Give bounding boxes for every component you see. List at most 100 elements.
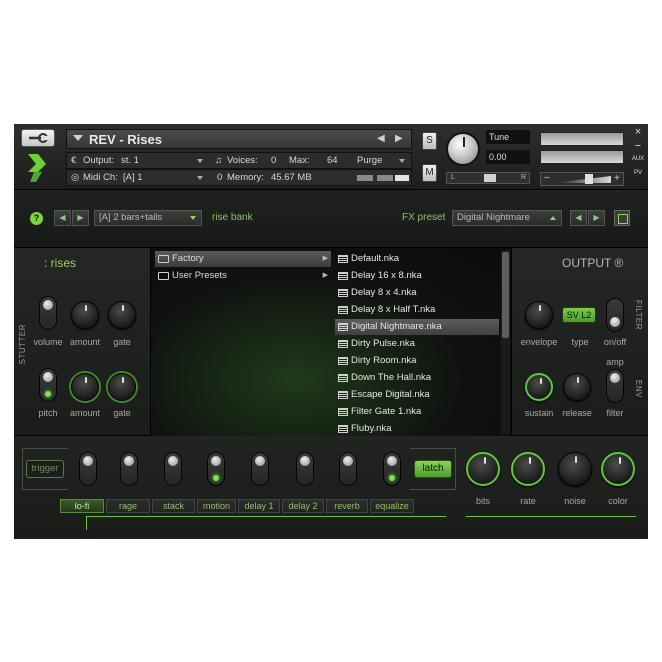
step-toggle-7[interactable] — [339, 452, 357, 486]
filter-type-select[interactable]: SV L2 — [562, 307, 596, 323]
fx-tab[interactable]: motion — [197, 499, 236, 513]
filter-label: filter — [606, 408, 624, 418]
midi-icon: ◎ — [71, 172, 80, 183]
fx-tab[interactable]: equalize — [370, 499, 414, 513]
preset-file-icon — [338, 374, 348, 382]
volume-handle[interactable] — [585, 174, 593, 184]
stutter-amount-knob-1[interactable] — [71, 301, 99, 329]
save-preset-icon[interactable] — [614, 210, 630, 226]
rise-bank-label[interactable]: rise bank — [212, 212, 253, 223]
step-toggle-8[interactable] — [383, 452, 401, 486]
fx-tab[interactable]: delay 1 — [238, 499, 280, 513]
folder-item[interactable]: User Presets ▶ — [155, 268, 331, 284]
rate-knob[interactable] — [511, 452, 545, 486]
step-toggle-6[interactable] — [296, 452, 314, 486]
filter-envelope-knob[interactable] — [525, 301, 553, 329]
noise-knob[interactable] — [558, 452, 592, 486]
folder-expand-icon[interactable]: ▶ — [323, 251, 328, 267]
stutter-volume-toggle[interactable] — [39, 296, 57, 330]
file-item[interactable]: Filter Gate 1.nka — [335, 404, 499, 420]
file-item[interactable]: Dirty Room.nka — [335, 353, 499, 369]
step-toggle-2[interactable] — [120, 452, 138, 486]
instrument-title-bar[interactable]: REV - Rises ◀ ▶ — [66, 129, 412, 149]
wrench-icon[interactable] — [21, 129, 55, 147]
fx-tab[interactable]: lo-fi — [60, 499, 104, 513]
stutter-gate-knob-1[interactable] — [108, 301, 136, 329]
midi-channel-select[interactable]: [A] 1 — [123, 172, 143, 183]
file-list-scrollbar[interactable] — [501, 250, 510, 434]
pattern-next-button[interactable]: ▶ — [72, 210, 89, 226]
fx-tab[interactable]: reverb — [326, 499, 368, 513]
fx-preset-value: Digital Nightmare — [457, 212, 530, 223]
color-knob[interactable] — [601, 452, 635, 486]
pattern-select[interactable]: [A] 2 bars+tails — [94, 210, 202, 226]
output-select[interactable]: st. 1 — [121, 155, 139, 166]
help-icon[interactable]: ? — [30, 212, 43, 225]
level-meter-right — [540, 150, 624, 164]
folder-expand-icon[interactable]: ▶ — [323, 268, 328, 284]
next-instrument-icon[interactable]: ▶ — [395, 133, 403, 144]
env-sustain-knob[interactable] — [525, 373, 553, 401]
file-item[interactable]: Escape Digital.nka — [335, 387, 499, 403]
pan-slider[interactable]: L R — [446, 172, 530, 184]
prev-instrument-icon[interactable]: ◀ — [377, 133, 385, 144]
file-item[interactable]: Digital Nightmare.nka — [335, 319, 499, 335]
fx-preset-dropdown-icon[interactable] — [550, 216, 556, 220]
file-item[interactable]: Fluby.nka — [335, 421, 499, 436]
preset-file-icon — [338, 391, 348, 399]
trigger-button[interactable]: trigger — [26, 460, 64, 478]
file-item[interactable]: Default.nka — [335, 251, 499, 267]
voices-icon: ♫ — [215, 155, 223, 166]
purge-dropdown-icon[interactable] — [399, 159, 405, 163]
preset-bar: ? ◀ ▶ [A] 2 bars+tails rise bank FX pres… — [14, 190, 648, 248]
tune-value[interactable]: 0.00 — [486, 150, 530, 164]
latch-button[interactable]: latch — [414, 460, 452, 478]
fx-tab[interactable]: rage — [106, 499, 150, 513]
pattern-dropdown-icon[interactable] — [190, 216, 196, 220]
title-dropdown-icon[interactable] — [73, 135, 83, 141]
filter-on-off-toggle[interactable] — [606, 298, 624, 332]
file-item[interactable]: Delay 16 x 8.nka — [335, 268, 499, 284]
stutter-amount-knob-2[interactable] — [71, 373, 99, 401]
fx-preset-select[interactable]: Digital Nightmare — [452, 210, 562, 226]
fx-preset-prev-button[interactable]: ◀ — [570, 210, 587, 226]
bits-knob[interactable] — [466, 452, 500, 486]
pv-button[interactable]: PV — [631, 170, 645, 176]
max-voices-value[interactable]: 64 — [327, 155, 338, 166]
file-item[interactable]: Delay 8 x Half T.nka — [335, 302, 499, 318]
volume-plus: + — [614, 173, 620, 184]
voices-value: 0 — [271, 155, 277, 166]
volume-slider[interactable]: − + — [540, 172, 624, 186]
purge-menu[interactable]: Purge — [357, 155, 382, 166]
file-item[interactable]: Dirty Pulse.nka — [335, 336, 499, 352]
close-icon[interactable]: × — [631, 126, 645, 138]
aux-button[interactable]: AUX — [631, 156, 645, 162]
file-label: Delay 8 x Half T.nka — [351, 304, 436, 315]
pan-handle[interactable] — [484, 174, 496, 182]
fx-preset-next-button[interactable]: ▶ — [588, 210, 605, 226]
step-toggle-3[interactable] — [164, 452, 182, 486]
solo-button[interactable]: S — [422, 132, 437, 150]
file-item[interactable]: Down The Hall.nka — [335, 370, 499, 386]
env-release-knob[interactable] — [563, 373, 591, 401]
step-toggle-1[interactable] — [79, 452, 97, 486]
fx-tab[interactable]: delay 2 — [282, 499, 324, 513]
minimize-icon[interactable]: − — [631, 140, 645, 152]
step-toggle-4[interactable] — [207, 452, 225, 486]
scrollbar-thumb[interactable] — [502, 252, 509, 338]
file-item[interactable]: Delay 8 x 4.nka — [335, 285, 499, 301]
env-amp-filter-toggle[interactable] — [606, 369, 624, 403]
folder-item[interactable]: Factory ▶ — [155, 251, 331, 267]
stutter-gate-knob-2[interactable] — [108, 373, 136, 401]
tune-knob[interactable] — [446, 132, 480, 166]
step-toggle-5[interactable] — [251, 452, 269, 486]
output-dropdown-icon[interactable] — [197, 159, 203, 163]
folder-list: Factory ▶ User Presets ▶ — [151, 248, 333, 436]
fx-preset-label: FX preset — [402, 212, 446, 223]
fx-tab[interactable]: stack — [152, 499, 195, 513]
stutter-pitch-toggle[interactable] — [39, 368, 57, 402]
pan-right-label: R — [521, 174, 527, 181]
midi-dropdown-icon[interactable] — [197, 176, 203, 180]
mute-button[interactable]: M — [422, 164, 437, 182]
pattern-prev-button[interactable]: ◀ — [54, 210, 71, 226]
